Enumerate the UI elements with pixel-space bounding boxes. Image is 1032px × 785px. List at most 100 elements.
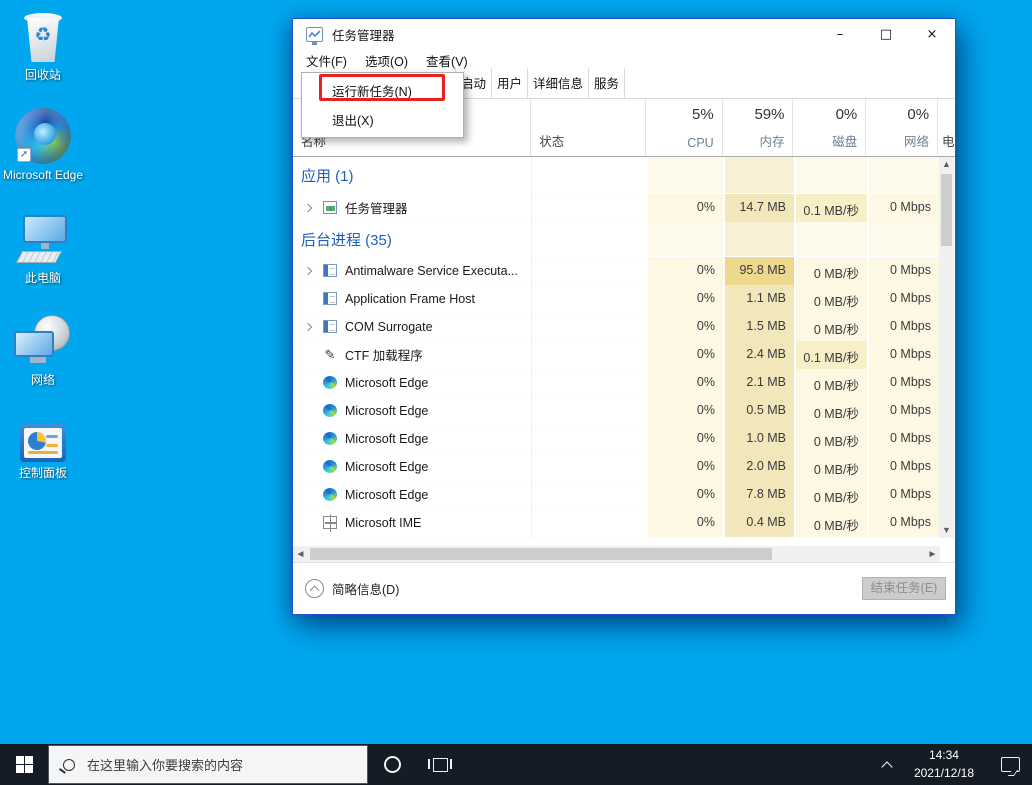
tab-details[interactable]: 详细信息 <box>528 68 589 98</box>
hidden-icons-chevron[interactable] <box>874 744 900 785</box>
memory-cell: 2.0 MB <box>723 453 794 481</box>
process-row[interactable]: Antimalware Service Executa... 0% 95.8 M… <box>293 257 939 285</box>
desktop-icon-microsoft-edge[interactable]: ➚ Microsoft Edge <box>0 108 86 183</box>
task-manager-window: 任务管理器 – □ × 文件(F) 选项(O) 查看(V) 启动 用户 详细信息… <box>292 18 956 615</box>
network-cell: 0 Mbps <box>867 369 939 397</box>
action-center-button[interactable] <box>988 744 1032 785</box>
column-header-power[interactable]: 电 <box>937 99 955 156</box>
network-cell: 0 Mbps <box>867 257 939 285</box>
process-group-header[interactable]: 后台进程 (35) <box>293 222 939 257</box>
process-row[interactable]: 任务管理器 0% 14.7 MB 0.1 MB/秒 0 Mbps <box>293 194 939 222</box>
process-row[interactable]: Microsoft Edge 0% 1.0 MB 0 MB/秒 0 Mbps <box>293 425 939 453</box>
status-cell <box>531 341 646 369</box>
process-row[interactable]: ✎ CTF 加载程序 0% 2.4 MB 0.1 MB/秒 0 Mbps <box>293 341 939 369</box>
process-name: Microsoft Edge <box>345 460 428 474</box>
menu-options[interactable]: 选项(O) <box>356 48 417 73</box>
process-row[interactable]: Microsoft IME 0% 0.4 MB 0 MB/秒 0 Mbps <box>293 509 939 537</box>
windows-logo-icon <box>16 756 33 773</box>
tab-users[interactable]: 用户 <box>492 68 528 98</box>
cortana-button[interactable] <box>368 744 416 785</box>
desktop-icon-label: 回收站 <box>0 68 86 83</box>
scroll-down-arrow[interactable]: ▼ <box>939 523 954 538</box>
fewer-details-toggle[interactable]: 简略信息(D) <box>332 579 399 598</box>
process-icon <box>323 460 337 473</box>
expand-chevron-icon[interactable] <box>304 266 312 274</box>
taskbar: 在这里输入你要搜索的内容 14:34 2021/12/18 <box>0 744 1032 785</box>
process-name: CTF 加载程序 <box>345 345 423 364</box>
start-button[interactable] <box>0 744 48 785</box>
cpu-cell: 0% <box>646 194 723 222</box>
network-icon <box>14 315 72 369</box>
scroll-right-arrow[interactable]: ► <box>925 549 940 560</box>
scroll-up-arrow[interactable]: ▲ <box>939 157 954 172</box>
process-icon <box>323 201 337 214</box>
title-bar[interactable]: 任务管理器 – □ × <box>293 19 955 49</box>
vertical-scrollbar[interactable]: ▲ ▼ <box>939 157 954 538</box>
cortana-icon <box>384 756 401 773</box>
cpu-cell: 0% <box>646 285 723 313</box>
expand-chevron-icon[interactable] <box>304 203 312 211</box>
collapse-details-icon[interactable] <box>305 579 324 598</box>
scroll-left-arrow[interactable]: ◄ <box>293 549 308 560</box>
cpu-cell: 0% <box>646 425 723 453</box>
task-view-button[interactable] <box>416 744 464 785</box>
column-header-status[interactable]: 状态 <box>530 99 645 156</box>
process-name: Antimalware Service Executa... <box>345 264 518 278</box>
status-cell <box>531 397 646 425</box>
status-cell <box>531 369 646 397</box>
process-row[interactable]: Microsoft Edge 0% 7.8 MB 0 MB/秒 0 Mbps <box>293 481 939 509</box>
desktop-icon-label: 网络 <box>0 373 86 388</box>
taskbar-search-input[interactable]: 在这里输入你要搜索的内容 <box>48 745 368 784</box>
desktop-icon-this-pc[interactable]: 此电脑 <box>0 215 86 286</box>
maximize-button[interactable]: □ <box>863 19 909 49</box>
taskbar-clock[interactable]: 14:34 2021/12/18 <box>900 747 988 782</box>
memory-cell: 2.1 MB <box>723 369 794 397</box>
process-icon <box>323 488 337 501</box>
minimize-button[interactable]: – <box>817 19 863 49</box>
menu-item-run-new-task[interactable]: 运行新任务(N) <box>302 76 463 105</box>
process-row[interactable]: Microsoft Edge 0% 2.0 MB 0 MB/秒 0 Mbps <box>293 453 939 481</box>
process-row[interactable]: Microsoft Edge 0% 2.1 MB 0 MB/秒 0 Mbps <box>293 369 939 397</box>
network-cell: 0 Mbps <box>867 341 939 369</box>
memory-cell: 95.8 MB <box>723 257 794 285</box>
horizontal-scroll-thumb[interactable] <box>310 548 772 560</box>
clock-time: 14:34 <box>914 747 974 764</box>
close-button[interactable]: × <box>909 19 955 49</box>
desktop-icon-label: Microsoft Edge <box>0 168 86 183</box>
desktop-icon-recycle-bin[interactable]: ♻ 回收站 <box>0 8 86 83</box>
horizontal-scrollbar[interactable]: ◄ ► <box>293 546 940 562</box>
process-icon <box>323 404 337 417</box>
menu-item-exit[interactable]: 退出(X) <box>302 105 463 134</box>
column-header-network[interactable]: 0% 网络 <box>865 99 937 156</box>
memory-cell: 14.7 MB <box>723 194 794 222</box>
cpu-cell: 0% <box>646 481 723 509</box>
end-task-button[interactable]: 结束任务(E) <box>862 577 946 600</box>
status-cell <box>531 509 646 537</box>
desktop-icon-label: 此电脑 <box>0 271 86 286</box>
disk-cell: 0.1 MB/秒 <box>794 341 867 369</box>
desktop-icon-network[interactable]: 网络 <box>0 315 86 388</box>
column-header-disk[interactable]: 0% 磁盘 <box>792 99 865 156</box>
process-row[interactable]: Application Frame Host 0% 1.1 MB 0 MB/秒 … <box>293 285 939 313</box>
recycle-bin-icon: ♻ <box>21 8 65 64</box>
search-placeholder: 在这里输入你要搜索的内容 <box>87 755 243 774</box>
search-icon <box>63 759 75 771</box>
tab-services[interactable]: 服务 <box>589 68 625 98</box>
process-row[interactable]: Microsoft Edge 0% 0.5 MB 0 MB/秒 0 Mbps <box>293 397 939 425</box>
column-header-memory[interactable]: 59% 内存 <box>722 99 793 156</box>
expand-chevron-icon[interactable] <box>304 322 312 330</box>
memory-cell: 1.0 MB <box>723 425 794 453</box>
column-header-cpu[interactable]: 5% CPU <box>645 99 722 156</box>
disk-cell: 0 MB/秒 <box>794 257 867 285</box>
vertical-scroll-thumb[interactable] <box>941 174 952 246</box>
network-cell: 0 Mbps <box>867 509 939 537</box>
process-row[interactable]: COM Surrogate 0% 1.5 MB 0 MB/秒 0 Mbps <box>293 313 939 341</box>
memory-cell: 0.4 MB <box>723 509 794 537</box>
desktop-icon-control-panel[interactable]: 控制面板 <box>0 424 86 481</box>
process-group-header[interactable]: 应用 (1) <box>293 157 939 194</box>
menu-file[interactable]: 文件(F) <box>297 48 356 73</box>
status-cell <box>531 425 646 453</box>
process-icon <box>323 516 337 529</box>
this-pc-icon <box>15 215 71 267</box>
footer-bar: 简略信息(D) 结束任务(E) <box>293 562 955 614</box>
